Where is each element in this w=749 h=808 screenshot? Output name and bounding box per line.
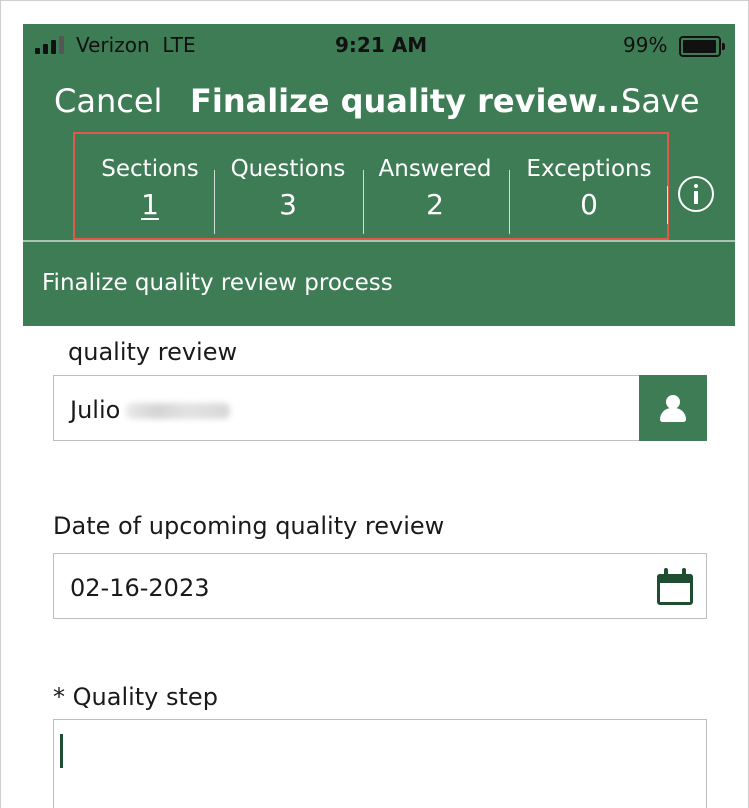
stat-sections-label: Sections bbox=[101, 156, 199, 182]
section-title: Finalize quality review process bbox=[42, 270, 393, 296]
date-value: 02-16-2023 bbox=[70, 574, 210, 602]
date-field[interactable]: 02-16-2023 bbox=[53, 553, 707, 619]
stat-divider bbox=[509, 170, 510, 234]
save-button[interactable]: Save bbox=[621, 82, 700, 120]
reviewer-value: Julio bbox=[70, 396, 231, 424]
person-picker-button[interactable] bbox=[639, 375, 707, 441]
stat-exceptions-value: 0 bbox=[580, 188, 598, 221]
battery-percent: 99% bbox=[623, 33, 668, 57]
stat-divider bbox=[667, 186, 668, 224]
stats-summary: Sections 1 Questions 3 Answered 2 Except… bbox=[73, 132, 669, 240]
stat-divider bbox=[214, 170, 215, 234]
frame-border-left bbox=[0, 0, 1, 808]
stat-answered-label: Answered bbox=[378, 156, 492, 182]
stat-exceptions-label: Exceptions bbox=[526, 156, 652, 182]
text-caret bbox=[60, 734, 63, 768]
quality-step-input[interactable] bbox=[53, 719, 707, 808]
calendar-icon[interactable] bbox=[656, 568, 694, 606]
reviewer-label: quality review bbox=[68, 338, 238, 366]
info-icon[interactable] bbox=[678, 176, 714, 212]
clock: 9:21 AM bbox=[335, 33, 428, 57]
page-title: Finalize quality review... bbox=[190, 82, 633, 120]
quality-step-label: * Quality step bbox=[53, 683, 218, 711]
redacted-surname bbox=[126, 403, 231, 419]
stat-divider bbox=[363, 170, 364, 234]
reviewer-field[interactable]: Julio bbox=[53, 375, 707, 441]
stat-questions-value: 3 bbox=[279, 188, 297, 221]
app-header: Verizon LTE 9:21 AM 99% Cancel Finalize … bbox=[23, 24, 735, 326]
stat-questions-label: Questions bbox=[230, 156, 346, 182]
signal-icon bbox=[35, 36, 71, 54]
battery-icon bbox=[679, 36, 725, 57]
header-separator bbox=[23, 240, 735, 242]
frame-border-top bbox=[0, 0, 749, 1]
status-bar: Verizon LTE 9:21 AM 99% bbox=[23, 24, 735, 66]
stat-exceptions: Exceptions 0 bbox=[519, 156, 659, 221]
stat-answered-value: 2 bbox=[426, 188, 444, 221]
cancel-button[interactable]: Cancel bbox=[54, 82, 162, 120]
stat-sections-value[interactable]: 1 bbox=[95, 188, 205, 221]
carrier-label: Verizon LTE bbox=[76, 33, 196, 57]
date-label: Date of upcoming quality review bbox=[53, 512, 445, 540]
person-icon bbox=[666, 395, 680, 409]
stat-answered: Answered 2 bbox=[373, 156, 497, 221]
stat-sections[interactable]: Sections 1 bbox=[95, 156, 205, 221]
stat-questions: Questions 3 bbox=[225, 156, 351, 221]
